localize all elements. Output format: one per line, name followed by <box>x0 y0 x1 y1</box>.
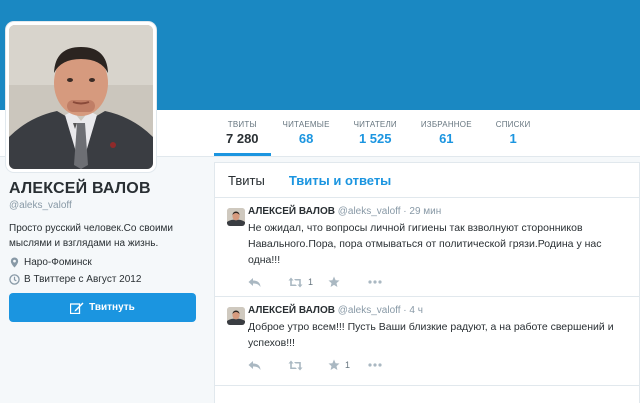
tweet-body: АЛЕКСЕЙ ВАЛОВ @aleks_valoff · 29 мин Не … <box>248 206 633 288</box>
stat-value: 68 <box>298 131 314 146</box>
profile-name[interactable]: АЛЕКСЕЙ ВАЛОВ <box>9 180 199 198</box>
profile-location: Наро-Фоминск <box>9 257 199 268</box>
timeline-tabs: Твиты Твиты и ответы <box>215 163 639 198</box>
location-text: Наро-Фоминск <box>24 257 92 268</box>
stat-favorites[interactable]: ИЗБРАННОЕ 61 <box>409 110 484 156</box>
stat-label: ЧИТАТЕЛИ <box>353 120 397 129</box>
stat-following[interactable]: ЧИТАЕМЫЕ 68 <box>271 110 342 156</box>
favorite-count: 1 <box>345 360 351 370</box>
tweet-item[interactable]: АЛЕКСЕЙ ВАЛОВ @aleks_valoff · 29 мин Не … <box>215 198 639 297</box>
stat-tweets[interactable]: ТВИТЫ 7 280 <box>214 110 271 156</box>
stat-lists[interactable]: СПИСКИ 1 <box>484 110 543 156</box>
timeline: Твиты Твиты и ответы АЛЕКСЕЙ ВАЛОВ @alek… <box>214 162 640 403</box>
stat-value: 1 <box>509 131 517 146</box>
tweet-timestamp[interactable]: · 29 мин <box>403 206 441 217</box>
joined-text: В Твиттере с Август 2012 <box>24 274 142 285</box>
tweet-avatar[interactable] <box>227 307 245 325</box>
stat-label: ЧИТАЕМЫЕ <box>282 120 330 129</box>
reply-button[interactable] <box>248 360 288 371</box>
retweet-icon <box>288 360 303 370</box>
stat-label: ИЗБРАННОЕ <box>420 120 472 129</box>
tweet-author-name[interactable]: АЛЕКСЕЙ ВАЛОВ <box>248 305 335 316</box>
stat-value: 7 280 <box>226 131 259 146</box>
more-button[interactable] <box>368 280 408 284</box>
retweet-button[interactable] <box>288 360 328 371</box>
tweet-actions: 1 <box>248 276 633 288</box>
tweet-author-name[interactable]: АЛЕКСЕЙ ВАЛОВ <box>248 206 335 217</box>
tweet-text: Не ожидал, что вопросы личной гигиены та… <box>248 222 602 266</box>
tweet-actions: 1 <box>248 359 633 371</box>
favorite-button[interactable] <box>328 276 368 288</box>
more-icon <box>368 280 382 284</box>
tweet-header: АЛЕКСЕЙ ВАЛОВ @aleks_valoff · 4 ч <box>248 305 633 316</box>
stat-value: 61 <box>439 131 454 146</box>
tweet-button-label: Твитнуть <box>89 302 135 313</box>
tab-tweets[interactable]: Твиты <box>228 173 265 188</box>
profile-stats: ТВИТЫ 7 280 ЧИТАЕМЫЕ 68 ЧИТАТЕЛИ 1 525 И… <box>214 110 542 156</box>
stat-value: 1 525 <box>358 131 392 146</box>
tweet-author-handle[interactable]: @aleks_valoff <box>338 206 401 217</box>
reply-button[interactable] <box>248 277 288 288</box>
favorite-button[interactable]: 1 <box>328 359 368 371</box>
compose-icon <box>70 302 84 314</box>
more-button[interactable] <box>368 363 408 367</box>
avatar-portrait-image <box>9 25 153 169</box>
profile-handle[interactable]: @aleks_valoff <box>9 200 199 211</box>
stat-label: СПИСКИ <box>495 120 531 129</box>
retweet-button[interactable]: 1 <box>288 277 328 288</box>
profile-bio: Просто русский человек.Со своими мыслями… <box>9 223 174 249</box>
reply-icon <box>248 360 261 370</box>
reply-icon <box>248 277 261 287</box>
tweet-header: АЛЕКСЕЙ ВАЛОВ @aleks_valoff · 29 мин <box>248 206 633 217</box>
tweet-timestamp[interactable]: · 4 ч <box>403 305 423 316</box>
tweet-body: АЛЕКСЕЙ ВАЛОВ @aleks_valoff · 4 ч Доброе… <box>248 305 633 371</box>
tweet-author-handle[interactable]: @aleks_valoff <box>338 305 401 316</box>
tweet-item[interactable]: АЛЕКСЕЙ ВАЛОВ @aleks_valoff · 4 ч Доброе… <box>215 297 639 386</box>
profile-avatar[interactable] <box>6 22 156 172</box>
profile-card: АЛЕКСЕЙ ВАЛОВ @aleks_valoff Просто русск… <box>9 180 199 322</box>
location-icon <box>9 257 20 268</box>
tab-tweets-and-replies[interactable]: Твиты и ответы <box>289 173 391 188</box>
profile-joined: В Твиттере с Август 2012 <box>9 274 199 285</box>
favorite-icon <box>328 359 340 370</box>
tweet-button[interactable]: Твитнуть <box>9 293 196 322</box>
stat-followers[interactable]: ЧИТАТЕЛИ 1 525 <box>342 110 409 156</box>
favorite-icon <box>328 276 340 287</box>
retweet-count: 1 <box>308 277 314 287</box>
retweet-icon <box>288 277 303 287</box>
avatar <box>9 25 153 169</box>
stat-label: ТВИТЫ <box>227 120 257 129</box>
more-icon <box>368 363 382 367</box>
tweet-text: Доброе утро всем!!! Пусть Ваши близкие р… <box>248 321 614 349</box>
calendar-icon <box>9 274 20 285</box>
tweet-avatar[interactable] <box>227 208 245 226</box>
